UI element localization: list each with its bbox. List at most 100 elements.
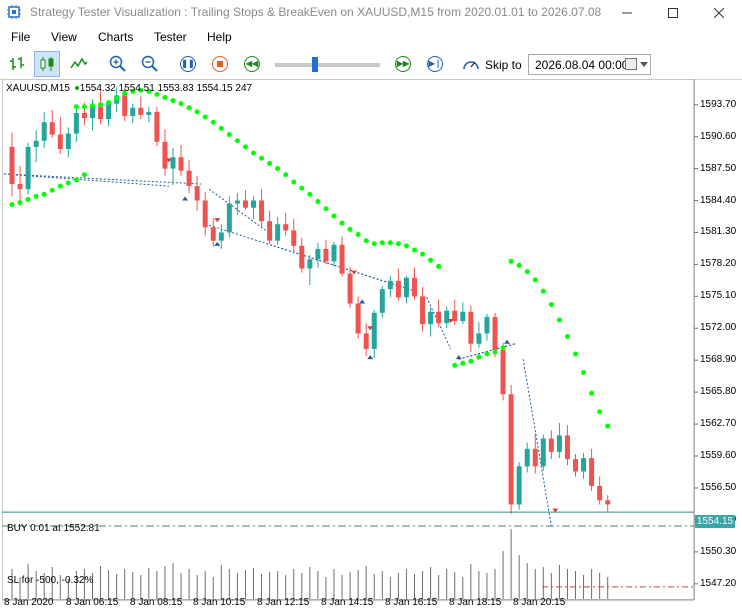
maximize-button[interactable] [650, 0, 696, 26]
psar-dot [395, 241, 401, 247]
psar-dot [403, 243, 409, 249]
price-tick-label: 1559.60 [700, 450, 737, 462]
psar-dot [597, 409, 603, 415]
minimize-button[interactable] [604, 0, 650, 26]
candle-body [210, 227, 216, 241]
psar-dot [379, 240, 385, 246]
line-chart-icon [70, 57, 88, 69]
pause-icon: ❚❚ [180, 56, 196, 72]
psar-dot [170, 98, 176, 104]
speed-up-button[interactable]: ▶▶ [390, 51, 416, 77]
candle-body [347, 273, 353, 304]
candle-body [202, 200, 208, 228]
ohlc-values: 1554.32 1554.51 1553.83 1554.15 247 [79, 83, 253, 94]
candlestick-icon [40, 57, 54, 71]
psar-dot [556, 317, 562, 323]
pause-button[interactable]: ❚❚ [175, 51, 201, 77]
candle-body [275, 224, 281, 241]
psar-dot [605, 423, 611, 429]
skip-to-label: Skip to [485, 58, 522, 72]
candle-body [532, 448, 538, 467]
candle-body [234, 200, 240, 204]
step-button[interactable]: ▶❘ [422, 51, 448, 77]
candle-body [428, 311, 434, 325]
price-tick-label: 1556.50 [700, 481, 737, 493]
zoom-out-icon [141, 55, 158, 72]
window-title: Strategy Tester Visualization : Trailing… [30, 5, 602, 19]
candle-body [524, 448, 530, 467]
psar-dot [259, 155, 265, 161]
current-price-tag: 1554.15 [695, 515, 735, 528]
psar-dot [371, 241, 377, 247]
psar-dot [363, 238, 369, 244]
candle-body [242, 200, 248, 208]
chart-canvas[interactable] [2, 79, 740, 611]
candlestick-chart-button[interactable] [34, 51, 60, 77]
candle-body [162, 141, 168, 169]
candle-body [556, 435, 562, 452]
candle-body [81, 112, 87, 119]
price-tick-label: 1547.20 [700, 577, 737, 589]
speed-slider-thumb[interactable] [312, 57, 318, 72]
psar-dot [323, 206, 329, 212]
chevron-down-icon[interactable] [640, 62, 648, 67]
psar-dot [210, 119, 216, 125]
candle-body [460, 311, 466, 322]
psar-dot [291, 179, 297, 185]
trade-arrow [359, 299, 366, 304]
line-chart-button[interactable] [66, 51, 92, 77]
speed-slider-track[interactable] [275, 63, 380, 67]
psar-dot [573, 351, 578, 357]
menu-charts[interactable]: Charts [98, 30, 133, 44]
price-chart[interactable] [2, 79, 740, 611]
menu-bar: File View Charts Tester Help [0, 27, 742, 48]
stop-button[interactable] [207, 51, 233, 77]
price-tick-label: 1590.60 [700, 130, 737, 142]
zoom-in-button[interactable] [105, 51, 131, 77]
trade-arrow [182, 196, 189, 201]
zoom-out-button[interactable] [137, 51, 163, 77]
psar-dot [186, 105, 192, 111]
psar-dot [339, 220, 345, 226]
price-tick-label: 1550.30 [700, 545, 737, 557]
candle-body [9, 146, 15, 185]
app-icon [7, 5, 21, 19]
psar-dot [106, 100, 112, 106]
time-tick-label: 8 Jan 08:15 [130, 597, 183, 608]
bar-chart-button[interactable] [4, 51, 30, 77]
price-tick-label: 1578.20 [700, 258, 737, 270]
close-button[interactable] [696, 0, 742, 26]
candle-body [516, 466, 522, 505]
candle-body [283, 224, 289, 231]
calendar-icon[interactable] [625, 58, 637, 70]
skip-to-button[interactable] [458, 51, 484, 77]
psar-dot [508, 258, 514, 264]
rewind-icon: ◀◀ [244, 56, 260, 72]
menu-tester[interactable]: Tester [154, 30, 187, 44]
candle-body [33, 140, 39, 147]
slow-down-button[interactable]: ◀◀ [239, 51, 265, 77]
candle-body [412, 277, 417, 297]
candle-body [307, 259, 313, 269]
candle-body [331, 244, 337, 262]
menu-view[interactable]: View [51, 30, 77, 44]
menu-help[interactable]: Help [207, 30, 232, 44]
psar-dot [548, 302, 554, 308]
candle-body [605, 500, 611, 505]
zoom-in-icon [109, 55, 126, 72]
price-tick-label: 1562.70 [700, 418, 737, 430]
menu-file[interactable]: File [11, 30, 30, 44]
psar-dot [331, 213, 337, 219]
time-tick-label: 8 Jan 2020 [4, 597, 54, 608]
price-tick-label: 1575.10 [700, 290, 737, 302]
candle-body [355, 303, 361, 334]
candle-body [291, 230, 297, 246]
candle-body [65, 133, 71, 149]
candle-body [73, 112, 79, 134]
trade-arrow [455, 355, 462, 360]
candle-body [106, 103, 112, 120]
skip-date-picker[interactable]: 2026.08.04 00:00 [528, 54, 651, 75]
psar-dot [524, 269, 530, 275]
psar-dot [581, 370, 587, 376]
psar-dot [500, 345, 506, 351]
